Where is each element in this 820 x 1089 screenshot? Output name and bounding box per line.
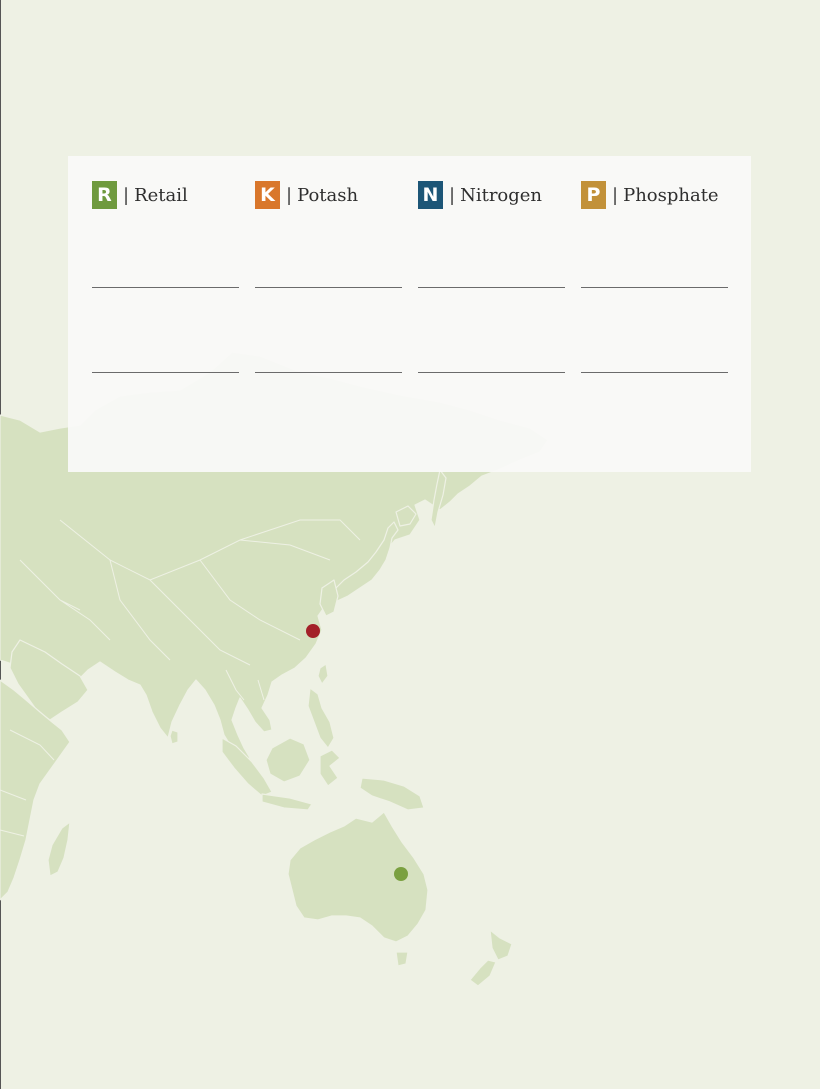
legend-nitrogen: N | Nitrogen <box>418 180 565 373</box>
legend-label-potash: Potash <box>297 184 359 206</box>
legend-separator: | <box>449 184 456 206</box>
legend-label-nitrogen: Nitrogen <box>460 184 543 206</box>
blank-line-phosphate-2 <box>581 372 728 373</box>
tasmania <box>395 951 409 967</box>
legend-separator: | <box>286 184 293 206</box>
legend-potash: K | Potash <box>255 180 402 373</box>
legend-retail: R | Retail <box>92 180 239 373</box>
legend-panel: R | Retail K | Potash N | Nitrogen P | P… <box>68 156 751 472</box>
phosphate-badge-icon: P <box>581 181 606 209</box>
location-marker-australia <box>394 867 408 881</box>
legend-label-retail: Retail <box>134 184 188 206</box>
madagascar <box>47 821 71 877</box>
sulawesi <box>319 749 341 787</box>
nitrogen-badge-icon: N <box>418 181 443 209</box>
blank-line-potash-2 <box>255 372 402 373</box>
potash-badge-icon: K <box>255 181 280 209</box>
sri-lanka <box>169 729 179 745</box>
blank-line-potash-1 <box>255 287 402 288</box>
legend-separator: | <box>123 184 130 206</box>
borneo <box>265 737 311 783</box>
philippines <box>307 687 335 749</box>
legend-separator: | <box>612 184 619 206</box>
taiwan <box>317 663 329 685</box>
blank-line-nitrogen-1 <box>418 287 565 288</box>
blank-line-phosphate-1 <box>581 287 728 288</box>
new-guinea <box>359 777 425 811</box>
legend-phosphate: P | Phosphate <box>581 180 728 373</box>
blank-line-nitrogen-2 <box>418 372 565 373</box>
blank-line-retail-2 <box>92 372 239 373</box>
retail-badge-icon: R <box>92 181 117 209</box>
java <box>261 793 313 811</box>
new-zealand-south <box>469 959 497 987</box>
blank-line-retail-1 <box>92 287 239 288</box>
new-zealand-north <box>489 929 513 961</box>
sumatra <box>221 737 273 797</box>
location-marker-china <box>306 624 320 638</box>
legend-label-phosphate: Phosphate <box>623 184 719 206</box>
